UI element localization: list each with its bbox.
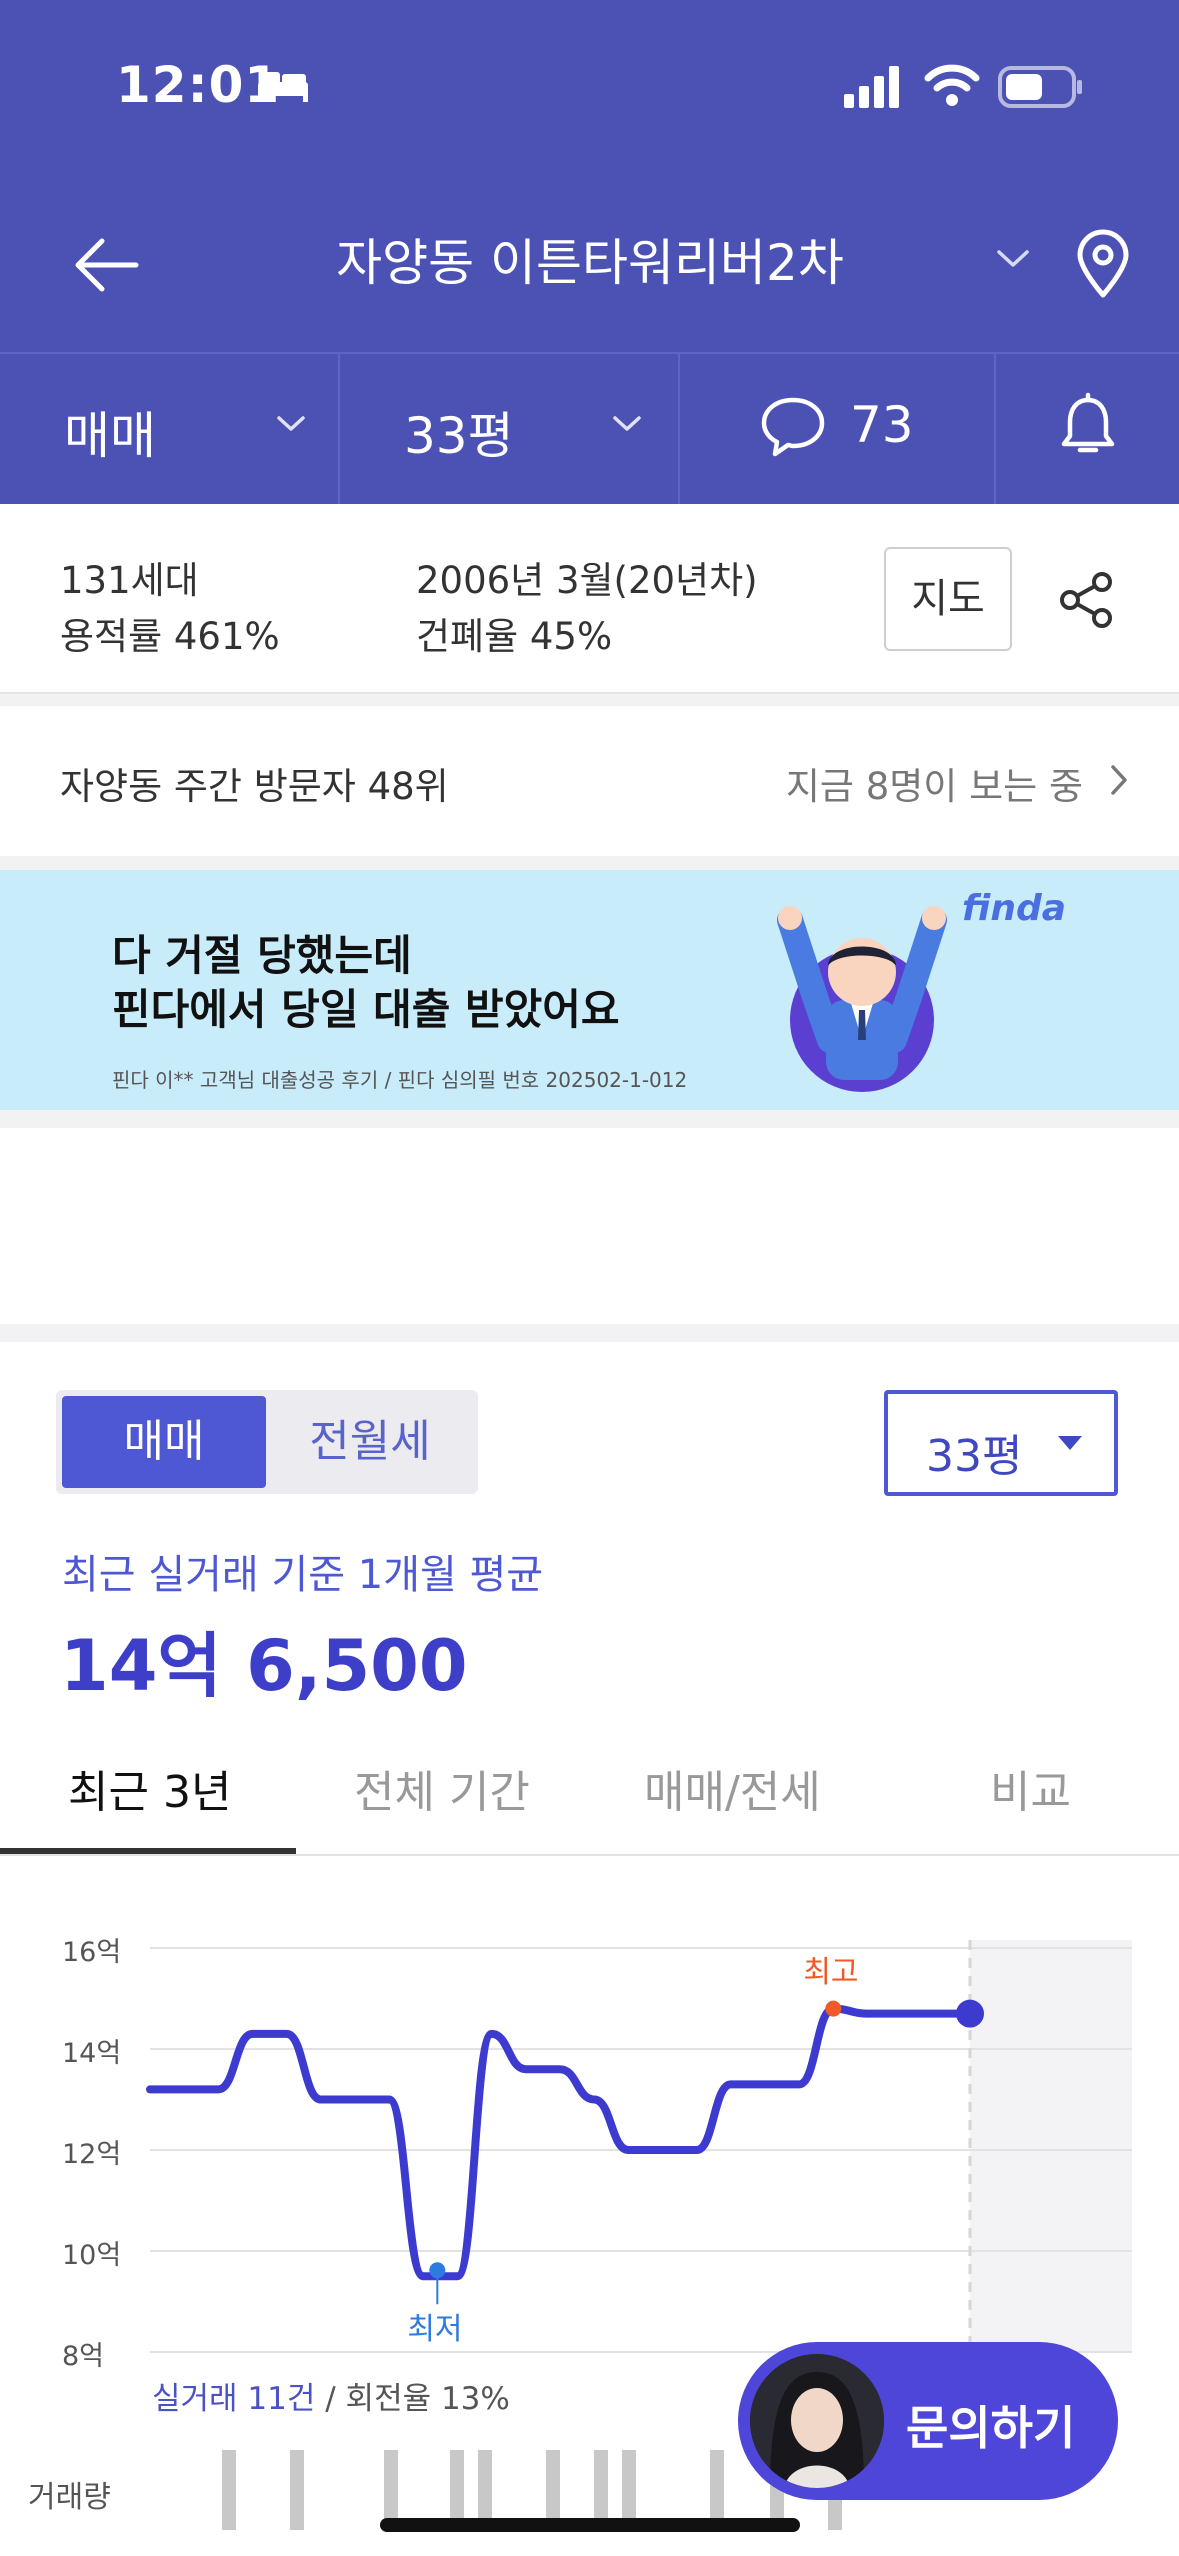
comments-button[interactable]: 73 (680, 354, 996, 504)
floor-area-ratio-text: 용적률 461% (60, 615, 280, 658)
trade-type-filter[interactable]: 매매 (0, 354, 340, 504)
volume-bar (290, 2450, 304, 2530)
average-price: 14억 6,500 (60, 1625, 468, 1707)
battery-icon (998, 66, 1082, 108)
speech-bubble-icon (761, 397, 825, 457)
sleep-mode-icon (258, 72, 308, 102)
volume-axis-label: 거래량 (28, 2480, 111, 2515)
ad-banner[interactable]: 다 거절 당했는데 핀다에서 당일 대출 받았어요 핀다 이** 고객님 대출성… (0, 870, 1179, 1110)
y-tick-label: 12억 (62, 2139, 122, 2170)
ad-fine-print: 핀다 이** 고객님 대출성공 후기 / 핀다 심의필 번호 202502-1-… (112, 1068, 688, 1092)
size-select[interactable]: 33평 (884, 1390, 1118, 1496)
location-pin-icon[interactable] (1074, 229, 1132, 299)
trade-type-label: 매매 (64, 407, 156, 465)
y-tick-label: 14억 (62, 2038, 122, 2069)
active-tab-indicator (0, 1848, 296, 1854)
highest-label: 최고 (803, 1954, 859, 1990)
bell-icon (1061, 392, 1115, 453)
building-coverage-text: 건폐율 45% (416, 615, 613, 658)
page-title[interactable]: 자양동 이튼타워리버2차 (240, 223, 940, 295)
deals-summary: 실거래 11건 / 회전율 13% (152, 2373, 510, 2418)
now-viewing-text: 지금 8명이 보는 중 (785, 765, 1083, 808)
cheering-person-illustration (777, 906, 947, 1092)
size-filter-label: 33평 (404, 407, 514, 465)
visitor-rank-text: 자양동 주간 방문자 48위 (60, 765, 449, 808)
home-indicator (380, 2518, 800, 2532)
y-tick-label: 10억 (62, 2240, 122, 2271)
back-arrow-icon[interactable] (72, 235, 142, 295)
households-text: 131세대 (60, 559, 199, 602)
agent-photo (750, 2354, 884, 2488)
y-tick-label: 16억 (62, 1937, 122, 1968)
inquiry-label: 문의하기 (906, 2401, 1076, 2455)
notification-button[interactable] (996, 354, 1179, 504)
chevron-down-icon (613, 416, 641, 431)
section-divider (0, 1324, 1179, 1342)
section-divider (0, 856, 1179, 870)
future-shade (970, 1940, 1132, 2352)
ad-headline-1: 다 거절 당했는데 (112, 931, 412, 980)
ad-headline-2: 핀다에서 당일 대출 받았어요 (112, 985, 620, 1034)
tab-sale-jeonse[interactable]: 매매/전세 (644, 1756, 821, 1820)
app-header: 자양동 이튼타워리버2차 (0, 175, 1179, 352)
share-icon[interactable] (1058, 570, 1114, 630)
built-year-text: 2006년 3월(20년차) (416, 559, 758, 602)
visitor-rank-row[interactable]: 자양동 주간 방문자 48위 지금 8명이 보는 중 (0, 706, 1179, 856)
size-filter[interactable]: 33평 (340, 354, 680, 504)
turnover-rate: / 회전율 13% (315, 2381, 510, 2417)
range-tabs: 최근 3년 전체 기간 매매/전세 비교 (0, 1700, 1179, 1856)
ad-brand-logo: finda (962, 888, 1067, 929)
cellular-signal-icon (844, 66, 899, 108)
highest-point (825, 2000, 842, 2017)
size-select-value: 33평 (926, 1431, 1023, 1482)
filter-bar: 매매 33평 73 (0, 352, 1179, 504)
trade-type-toggle: 매매 전월세 (56, 1390, 478, 1494)
status-bar: 12:01 (0, 0, 1179, 175)
lowest-label: 최저 (407, 2312, 463, 2348)
average-caption: 최근 실거래 기준 1개월 평균 (62, 1552, 544, 1598)
chevron-down-icon[interactable] (996, 249, 1030, 269)
y-tick-label: 8억 (62, 2341, 105, 2372)
lowest-point (429, 2262, 446, 2279)
deals-count[interactable]: 실거래 11건 (152, 2381, 315, 2417)
chevron-down-icon (277, 416, 305, 431)
tab-sale[interactable]: 매매 (62, 1396, 266, 1488)
caret-down-icon (1058, 1436, 1082, 1450)
map-button[interactable]: 지도 (884, 547, 1012, 651)
comment-count: 73 (850, 396, 914, 454)
wifi-icon (924, 64, 980, 106)
empty-ad-slot (0, 1128, 1179, 1324)
tab-compare[interactable]: 비교 (990, 1756, 1071, 1820)
inquiry-button[interactable]: 문의하기 (738, 2342, 1118, 2500)
agent-avatar (746, 2350, 888, 2492)
complex-info: 131세대 용적률 461% 2006년 3월(20년차) 건폐율 45% 지도 (0, 504, 1179, 694)
tab-rent[interactable]: 전월세 (268, 1396, 472, 1488)
section-divider (0, 1110, 1179, 1128)
latest-point (956, 1999, 984, 2028)
tab-recent-3-years[interactable]: 최근 3년 (68, 1756, 231, 1820)
section-divider (0, 694, 1179, 706)
tab-full-period[interactable]: 전체 기간 (354, 1756, 530, 1820)
volume-bar (222, 2450, 236, 2530)
chevron-right-icon (1111, 765, 1127, 795)
